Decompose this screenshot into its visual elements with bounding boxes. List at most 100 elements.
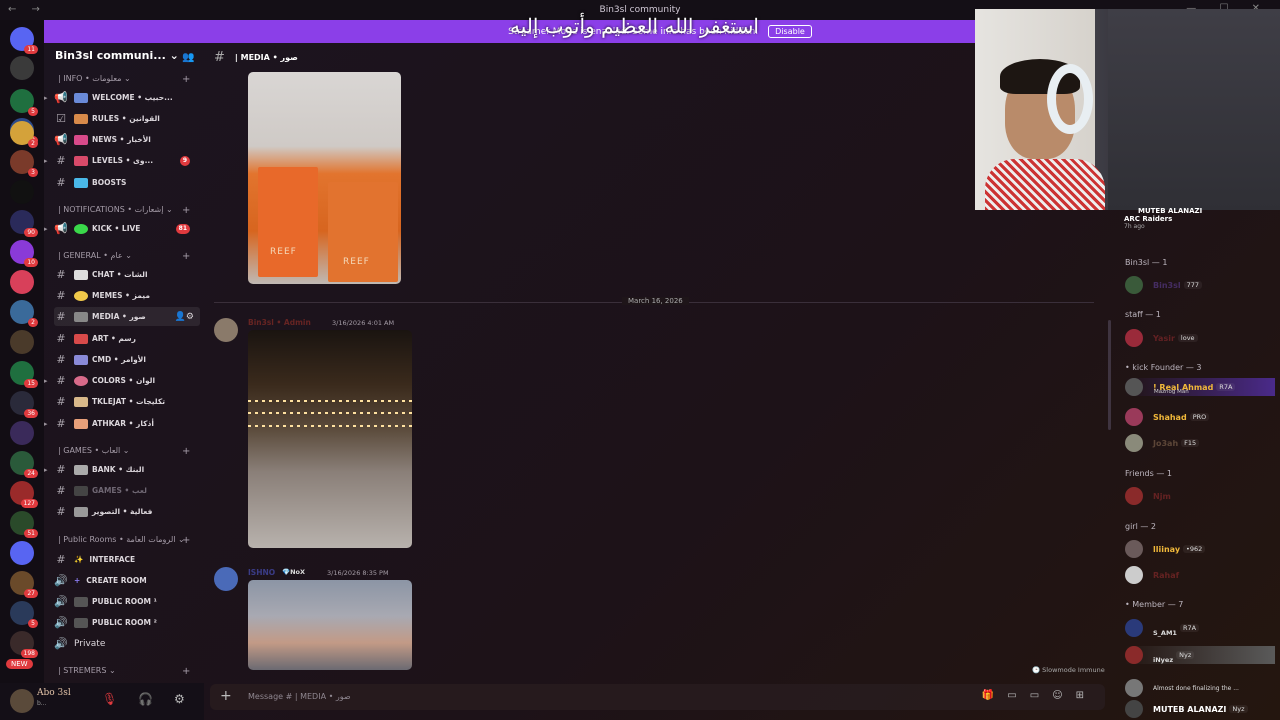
server-icon[interactable] xyxy=(10,330,34,354)
speaker-icon: 🔊 xyxy=(54,574,68,587)
server-icon[interactable]: 36 xyxy=(10,391,38,418)
channel-public-room-1[interactable]: 🔊 PUBLIC ROOM ¹ xyxy=(54,592,200,611)
channel-tklejat[interactable]: # TKLEJAT • تكليجات xyxy=(54,392,200,411)
plus-icon[interactable]: + xyxy=(182,251,190,262)
message-author[interactable]: ISHNO xyxy=(248,568,275,577)
disable-button[interactable]: Disable xyxy=(768,25,812,38)
server-icon[interactable] xyxy=(10,541,34,565)
member-item[interactable]: ! Real Ahmad R7A Maznog Man xyxy=(1125,378,1275,396)
server-badge: 36 xyxy=(24,409,38,418)
server-icon[interactable]: 24 xyxy=(10,451,38,478)
message-author[interactable]: Bin3sl • Admin xyxy=(248,318,311,327)
avatar[interactable] xyxy=(214,318,238,342)
server-icon[interactable] xyxy=(10,421,34,445)
server-icon[interactable]: 2 xyxy=(10,121,38,148)
member-item[interactable]: Almost done finalizing the ... xyxy=(1125,679,1239,697)
new-badge: NEW xyxy=(6,659,33,669)
activity-game: ARC Raiders xyxy=(1124,215,1173,223)
headphones-icon[interactable]: 🎧 xyxy=(138,692,153,706)
channel-cmd[interactable]: # CMD • الأوامر xyxy=(54,350,200,369)
member-item[interactable]: Njm xyxy=(1125,487,1171,505)
member-group: • kick Founder — 3 xyxy=(1125,363,1202,372)
gear-icon[interactable]: ⚙ xyxy=(174,692,185,706)
member-name: lliinay xyxy=(1153,544,1181,554)
activity-card[interactable]: MUTEB ALANAZI ARC Raiders 7h ago xyxy=(1124,207,1276,243)
message-input[interactable]: Message # | MEDIA • صور xyxy=(248,692,351,701)
scrollbar[interactable] xyxy=(1108,320,1111,430)
channel-public-room-2[interactable]: 🔊 PUBLIC ROOM ² xyxy=(54,613,200,632)
channel-levels[interactable]: ▸ # LEVELS • وى... 9 xyxy=(44,151,200,170)
message-image-street[interactable] xyxy=(248,330,412,548)
webcam-background xyxy=(1108,9,1280,210)
channel-athkar[interactable]: ▸ # ATHKAR • أذكار xyxy=(44,414,200,433)
member-item[interactable]: lliinay •962 xyxy=(1125,540,1206,558)
channel-bank[interactable]: ▸ # BANK • البنك xyxy=(44,460,200,479)
member-item[interactable]: Bin3sl 777 xyxy=(1125,276,1203,294)
channel-memes[interactable]: # MEMES • ميمز xyxy=(54,286,200,305)
server-icon[interactable]: 198 xyxy=(10,631,38,658)
member-item[interactable]: MUTEB ALANAZI Nyz xyxy=(1125,700,1248,718)
category-public-rooms[interactable]: | Public Rooms • الرومات العامة ⌄ + xyxy=(58,535,190,546)
channel-private[interactable]: 🔊 Private xyxy=(54,634,200,653)
nav-arrows[interactable]: ← → xyxy=(8,4,46,15)
plus-icon[interactable]: + xyxy=(182,205,190,216)
member-item[interactable]: S_AM1 R7A xyxy=(1125,619,1200,637)
server-icon[interactable]: 10 xyxy=(10,240,38,267)
member-item[interactable]: Jo3ah F15 xyxy=(1125,434,1200,452)
sparkle-icon: ✨ xyxy=(74,555,84,564)
server-icon[interactable]: 3 xyxy=(10,150,38,177)
channel-welcome[interactable]: ▸ 📢 WELCOME • حبيب... xyxy=(44,88,200,107)
channel-games[interactable]: # GAMES • لعب xyxy=(54,481,200,500)
category-stremers[interactable]: | STREMERS ⌄ + xyxy=(58,666,190,677)
server-icon[interactable] xyxy=(10,180,34,204)
server-icon[interactable]: 2 xyxy=(10,300,38,327)
channel-interface[interactable]: # ✨ INTERFACE xyxy=(54,550,200,569)
channel-rules[interactable]: ☑ RULES • القوانين xyxy=(54,109,200,128)
plus-icon[interactable]: + xyxy=(182,74,190,85)
channel-create-room[interactable]: 🔊 + CREATE ROOM xyxy=(54,571,200,590)
server-icon[interactable]: 15 xyxy=(10,361,38,388)
settings-icon[interactable]: 👤⚙ xyxy=(175,312,194,322)
channel-photo-event[interactable]: # فعالية • التصوير xyxy=(54,502,200,521)
plus-icon[interactable]: + xyxy=(182,535,190,546)
channel-colors[interactable]: ▸ # COLORS • الوان xyxy=(44,371,200,390)
server-icon[interactable]: 27 xyxy=(10,571,38,598)
category-games[interactable]: | GAMES • العاب ⌄ + xyxy=(58,446,190,457)
category-general[interactable]: | GENERAL • عام ⌄ + xyxy=(58,251,190,262)
channel-chat[interactable]: # CHAT • الشات xyxy=(54,265,200,284)
plus-icon[interactable]: + xyxy=(182,446,190,457)
server-icon[interactable] xyxy=(10,270,34,294)
category-notifications[interactable]: | NOTIFICATIONS • إشعارات ⌄ + xyxy=(58,205,190,216)
server-icon[interactable]: 11 xyxy=(10,27,38,54)
channel-media[interactable]: # MEDIA • صور 👤⚙ xyxy=(54,307,200,326)
server-icon[interactable]: 127 xyxy=(10,481,38,508)
attach-plus-icon[interactable]: + xyxy=(220,688,232,704)
mic-muted-icon[interactable]: 🎙 xyxy=(102,692,117,706)
channel-kick-live[interactable]: ▸ 📢 KICK • LIVE 81 xyxy=(44,219,200,238)
server-name[interactable]: Bin3sl communi... ⌄ xyxy=(55,49,179,62)
member-item[interactable]: Yasir love xyxy=(1125,329,1198,347)
server-icon[interactable]: 5 xyxy=(10,601,38,628)
message-image-gift-bags[interactable]: REEF REEF xyxy=(248,72,401,284)
add-user-icon[interactable]: 👥 xyxy=(182,52,194,63)
category-info[interactable]: | INFO • معلومات ⌄ + xyxy=(58,74,190,85)
member-item[interactable]: Shahad PRO xyxy=(1125,408,1210,426)
member-badge: F15 xyxy=(1181,439,1200,447)
server-icon[interactable]: 90 xyxy=(10,210,38,237)
server-icon[interactable]: 5 xyxy=(10,89,38,116)
message-image-sky[interactable] xyxy=(248,580,412,670)
channel-boosts[interactable]: # BOOSTS xyxy=(54,173,200,192)
message-composer[interactable]: + Message # | MEDIA • صور 🎁▭▭☺⊞ xyxy=(210,684,1105,710)
plus-icon[interactable]: + xyxy=(182,666,190,677)
server-icon[interactable]: 51 xyxy=(10,511,38,538)
member-item[interactable]: Rahaf xyxy=(1125,566,1179,584)
avatar[interactable] xyxy=(10,689,34,713)
avatar[interactable] xyxy=(214,567,238,591)
channel-art[interactable]: # ART • رسم xyxy=(54,329,200,348)
composer-tools[interactable]: 🎁▭▭☺⊞ xyxy=(982,690,1097,701)
channel-news[interactable]: 📢 NEWS • الأخبار xyxy=(54,130,200,149)
author-badge-label: NoX xyxy=(290,568,306,576)
member-item[interactable]: iNyez Nyz xyxy=(1125,646,1275,664)
server-icon[interactable] xyxy=(10,56,34,80)
username[interactable]: Abo 3sl xyxy=(37,688,71,698)
